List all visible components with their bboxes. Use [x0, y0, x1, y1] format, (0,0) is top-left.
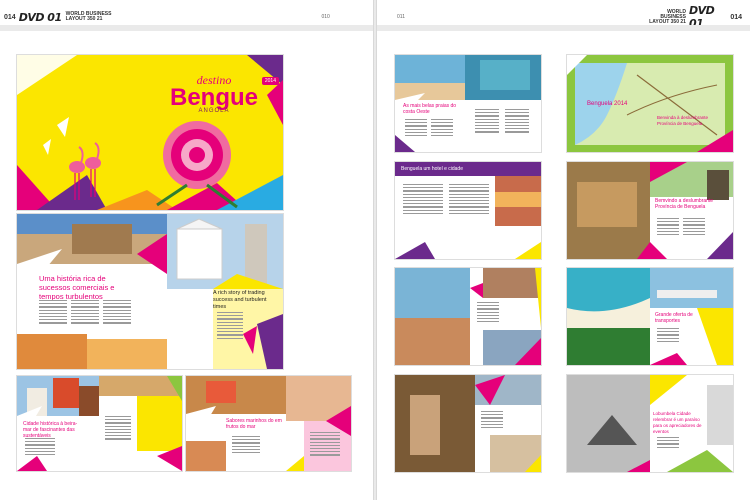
- page-number: 014: [4, 13, 16, 21]
- spread-title: Grande oferta de transportes: [655, 312, 693, 324]
- spread-text: [405, 119, 427, 138]
- header-rule: [377, 25, 750, 31]
- spread-title: As mais belas praias do costa Oeste: [403, 103, 457, 115]
- history-title-en: A rich story of trading success and turb…: [213, 290, 267, 310]
- spread-graphic: [567, 162, 733, 259]
- spread-text: [683, 218, 705, 237]
- body-text-col4: [217, 312, 243, 341]
- spread-text: [105, 416, 131, 442]
- body-text-col1: [39, 300, 67, 326]
- spread-transport: Grande oferta de transportes: [567, 268, 733, 365]
- spread-title: Sabores marinhos do em frutos do mar: [226, 418, 282, 430]
- spread-text: [431, 119, 453, 138]
- page-number: 014: [730, 13, 742, 21]
- spread-title: Bemvindo a deslumbrante Província de Ben…: [655, 198, 714, 210]
- spread-adventure: Bemvindo a deslumbrante Província de Ben…: [567, 162, 733, 259]
- cover-title: destino Bengue ANGOLA: [170, 73, 258, 114]
- section-sub: LAYOUT 350 21: [649, 18, 686, 25]
- spread-text: [657, 328, 679, 344]
- history-title: Uma história rica de sucessos comerciais…: [39, 274, 115, 301]
- section-sub: LAYOUT 350 21: [65, 16, 103, 22]
- body-text-col2: [71, 300, 99, 326]
- folio: 010: [321, 14, 330, 20]
- spread-text: [477, 302, 499, 324]
- dvd-logo: DVD 01: [18, 10, 62, 24]
- spread-text: [657, 437, 679, 450]
- spread-market: [395, 268, 541, 365]
- section-label: WORLD BUSINESS LAYOUT 350 21: [66, 12, 112, 22]
- spread-text: [403, 184, 443, 216]
- right-page: 011 WORLD BUSINESS LAYOUT 350 21 DVD 01 …: [377, 0, 750, 500]
- spread-beaches: As mais belas praias do costa Oeste: [395, 55, 541, 152]
- spread-text: [310, 432, 340, 458]
- history-spread: Uma história rica de sucessos comerciais…: [17, 214, 283, 369]
- spread-text: [232, 436, 260, 455]
- spread-crafts: [395, 375, 541, 472]
- cover-spread: destino Bengue ANGOLA 2014: [17, 55, 283, 210]
- spread-text: [657, 218, 679, 237]
- spread-graphic: [567, 268, 733, 365]
- spread-title: Lobumbela Cidade relembrar é um paraíso …: [653, 411, 702, 434]
- year-badge: 2014: [261, 77, 279, 85]
- left-page: 014 DVD 01 WORLD BUSINESS LAYOUT 350 21 …: [0, 0, 373, 500]
- spread-graphic: [395, 268, 541, 365]
- section-label: WORLD BUSINESS LAYOUT 350 21: [645, 9, 686, 25]
- bengue-title: Bengue: [169, 84, 258, 111]
- body-text-col3: [103, 300, 131, 326]
- spread-text: [505, 109, 529, 135]
- folio: 011: [397, 14, 405, 20]
- spread-text: [481, 411, 503, 430]
- left-header: 014 DVD 01 WORLD BUSINESS LAYOUT 350 21 …: [4, 10, 330, 24]
- spread-text: [25, 438, 55, 457]
- header-rule: [0, 25, 373, 31]
- spread-seafood: Sabores marinhos do em frutos do mar: [186, 376, 351, 471]
- spread-graphic: [395, 375, 541, 472]
- spread-subtitle: Benvinda à deslumbrante Província de Ben…: [657, 115, 709, 126]
- spread-title: Cidade histórica à beira-mar de fascinan…: [23, 421, 78, 439]
- spread-map: Benguela 2014 Benvinda à deslumbrante Pr…: [567, 55, 733, 152]
- spread-historic-city: Cidade histórica à beira-mar de fascinan…: [17, 376, 182, 471]
- right-header: 011 WORLD BUSINESS LAYOUT 350 21 DVD 01 …: [397, 4, 742, 30]
- spread-camping: Lobumbela Cidade relembrar é um paraíso …: [567, 375, 733, 472]
- spread-text: [475, 109, 499, 135]
- spread-text: [449, 184, 489, 216]
- spread-hotel: Benguela um hotel e cidade: [395, 162, 541, 259]
- spread-title: Benguela um hotel e cidade: [401, 166, 463, 172]
- spread-title: Benguela 2014: [587, 101, 628, 107]
